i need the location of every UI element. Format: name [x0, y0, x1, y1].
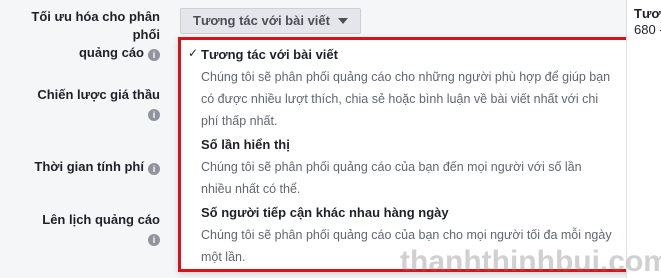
caret-down-icon	[337, 18, 348, 24]
panel-title: Tươn	[634, 6, 661, 21]
optimize-delivery-label: Tối ưu hóa cho phân phối quảng cáo i	[31, 9, 160, 61]
option-description-line: Chúng tôi sẽ phân phối quảng cáo của bạn…	[201, 160, 582, 174]
ad-delivery-form: Tối ưu hóa cho phân phối quảng cáo i Chiế…	[0, 0, 638, 278]
menu-option-post-engagement[interactable]: ✓ Tương tác với bài viết Chúng tôi sẽ ph…	[181, 44, 635, 132]
optimization-dropdown-button[interactable]: Tương tác với bài viết	[180, 8, 361, 34]
ad-schedule-label: Lên lịch quảng cáoi	[42, 212, 160, 246]
option-description-line: có được nhiều lượt thích, chia sẻ hoặc b…	[201, 92, 599, 106]
bid-strategy-label: Chiến lược giá thầui	[37, 87, 160, 121]
option-description-line: Chúng tôi sẽ phân phối quảng cáo của bạn…	[201, 228, 612, 242]
optimization-dropdown-menu: ✓ Tương tác với bài viết Chúng tôi sẽ ph…	[178, 37, 638, 272]
info-icon[interactable]: i	[148, 49, 160, 61]
panel-value: 680 -	[634, 22, 661, 37]
option-title: Số người tiếp cận khác nhau hàng ngày	[201, 205, 449, 220]
option-description-line: Chúng tôi sẽ phân phối quảng cáo cho nhữ…	[201, 70, 611, 84]
option-title: Tương tác với bài viết	[201, 47, 338, 62]
info-icon[interactable]: i	[148, 234, 160, 246]
option-description-line: phí thấp nhất.	[201, 114, 278, 128]
option-description-line: nhiều nhất có thể.	[201, 182, 301, 196]
audience-summary-panel: Tươn 680 -	[626, 0, 661, 278]
option-title: Số lần hiển thị	[201, 137, 290, 152]
dropdown-selected-value: Tương tác với bài viết	[193, 13, 330, 28]
info-icon[interactable]: i	[148, 109, 160, 121]
check-icon: ✓	[188, 46, 199, 60]
menu-option-impressions[interactable]: Số lần hiển thị Chúng tôi sẽ phân phối q…	[181, 134, 635, 200]
billing-time-label: Thời gian tính phí i	[28, 158, 160, 176]
info-icon[interactable]: i	[148, 163, 160, 175]
watermark: thanhthinhbui.com	[400, 245, 661, 278]
